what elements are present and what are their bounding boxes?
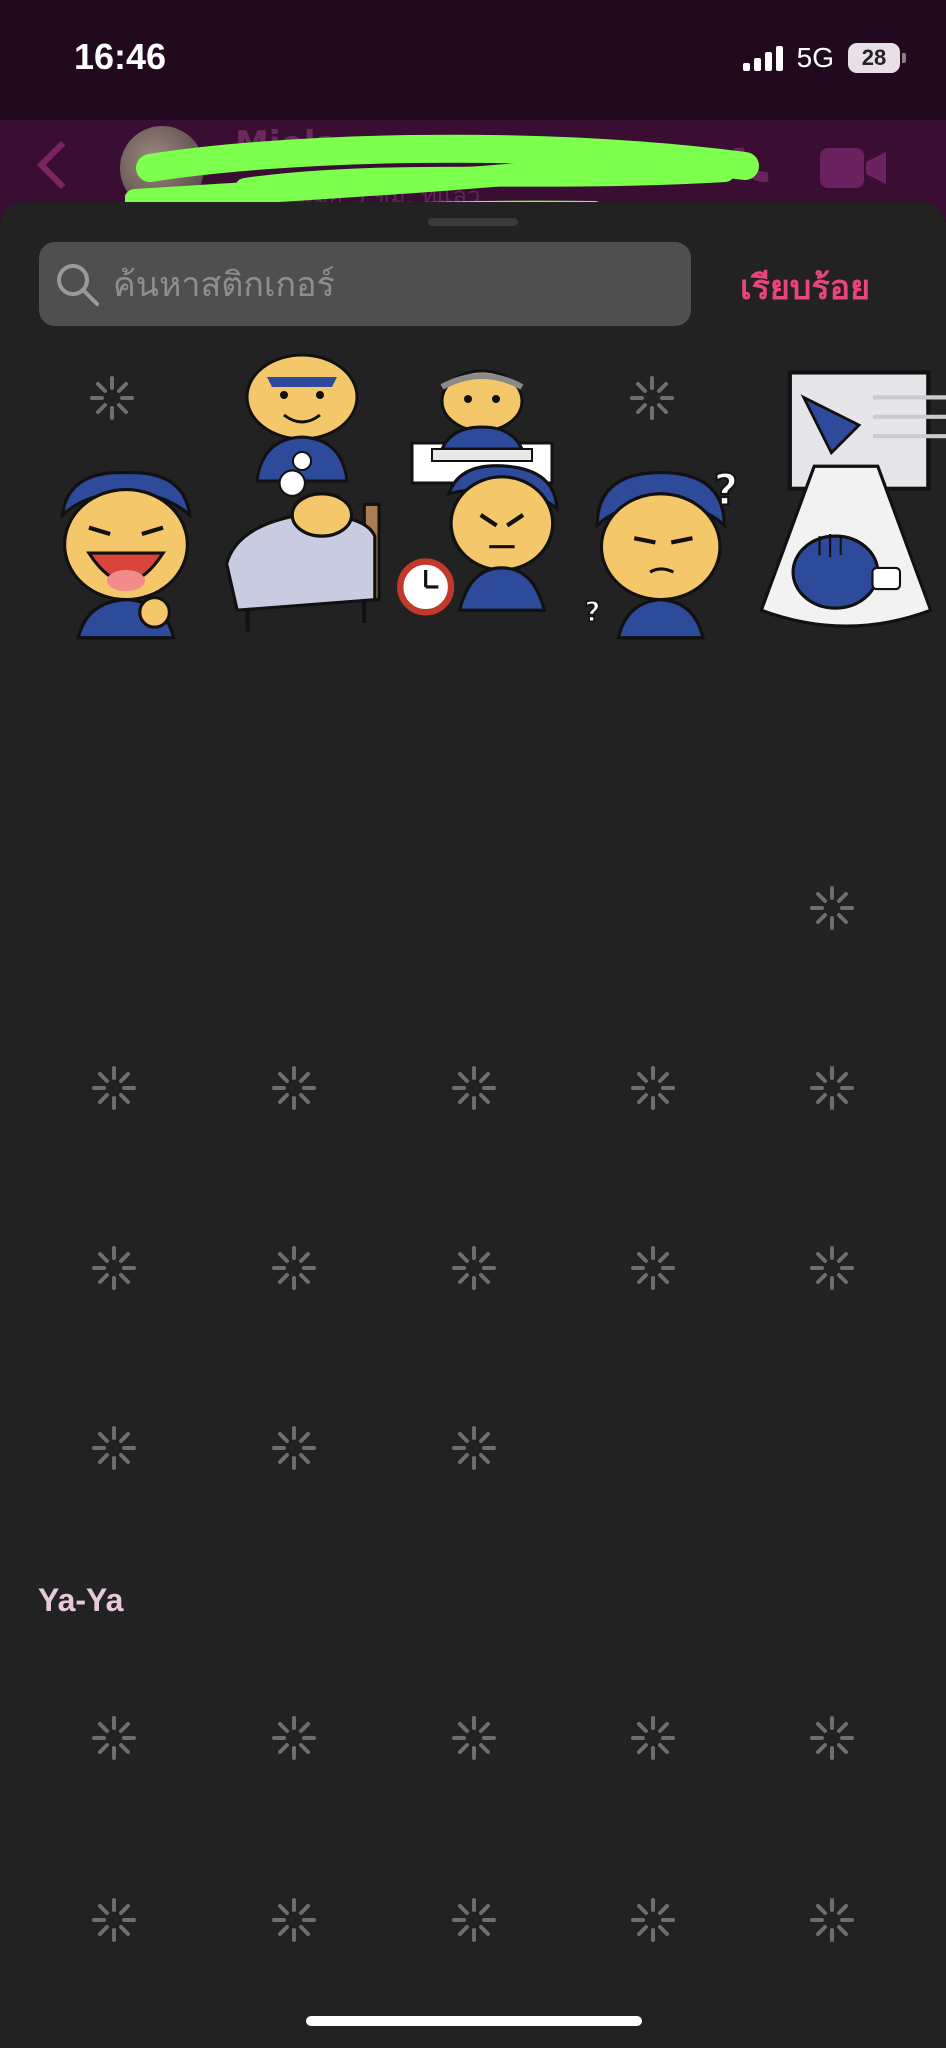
spinner-icon	[90, 376, 134, 420]
spinner-icon	[92, 1066, 136, 1110]
spinner-icon	[631, 1066, 675, 1110]
spinner-icon	[272, 1246, 316, 1290]
spinner-icon	[452, 1426, 496, 1470]
done-button[interactable]: เรียบร้อย	[740, 260, 870, 314]
spinner-icon	[272, 1716, 316, 1760]
spinner-icon	[92, 1716, 136, 1760]
status-bar: 16:46 5G 28	[0, 0, 946, 120]
battery-level: 28	[848, 43, 900, 73]
sticker-laughing-boy[interactable]	[36, 462, 216, 642]
spinner-icon	[630, 376, 674, 420]
spinner-icon	[452, 1066, 496, 1110]
signal-icon	[742, 45, 783, 71]
video-camera-icon[interactable]	[820, 148, 886, 188]
battery-icon: 28	[848, 43, 906, 73]
svg-text:?: ?	[714, 465, 739, 514]
spinner-icon	[810, 886, 854, 930]
spinner-icon	[92, 1898, 136, 1942]
spinner-icon	[452, 1898, 496, 1942]
sticker-sheet: เรียบร้อย	[0, 202, 946, 2048]
sticker-sleeping-bed[interactable]	[216, 462, 396, 642]
sticker-confused-boy[interactable]: ? ?	[576, 462, 756, 642]
spinner-icon	[631, 1246, 675, 1290]
spinner-icon	[272, 1898, 316, 1942]
section-title-yaya: Ya-Ya	[38, 1582, 124, 1618]
search-bar[interactable]	[39, 242, 691, 328]
battery-tip	[902, 53, 906, 63]
spinner-icon	[272, 1426, 316, 1470]
spinner-icon	[810, 1246, 854, 1290]
spinner-icon	[810, 1716, 854, 1760]
spinner-icon	[92, 1246, 136, 1290]
search-input[interactable]	[111, 242, 685, 328]
status-indicators: 5G 28	[742, 42, 906, 74]
spinner-icon	[92, 1426, 136, 1470]
status-time: 16:46	[74, 36, 167, 77]
home-indicator[interactable]	[306, 2016, 642, 2026]
spinner-icon	[272, 1066, 316, 1110]
svg-text:?: ?	[584, 596, 600, 628]
network-type: 5G	[796, 42, 834, 73]
search-icon	[57, 264, 99, 306]
chevron-left-icon[interactable]	[36, 140, 86, 190]
spinner-icon	[631, 1716, 675, 1760]
spinner-icon	[452, 1246, 496, 1290]
spinner-icon	[631, 1898, 675, 1942]
sticker-alarm-clock-boy[interactable]	[396, 462, 576, 642]
spinner-icon	[810, 1066, 854, 1110]
sheet-grabber[interactable]	[428, 218, 518, 226]
spinner-icon	[452, 1716, 496, 1760]
sticker-spotlight-despair[interactable]	[756, 462, 936, 642]
spinner-icon	[810, 1898, 854, 1942]
